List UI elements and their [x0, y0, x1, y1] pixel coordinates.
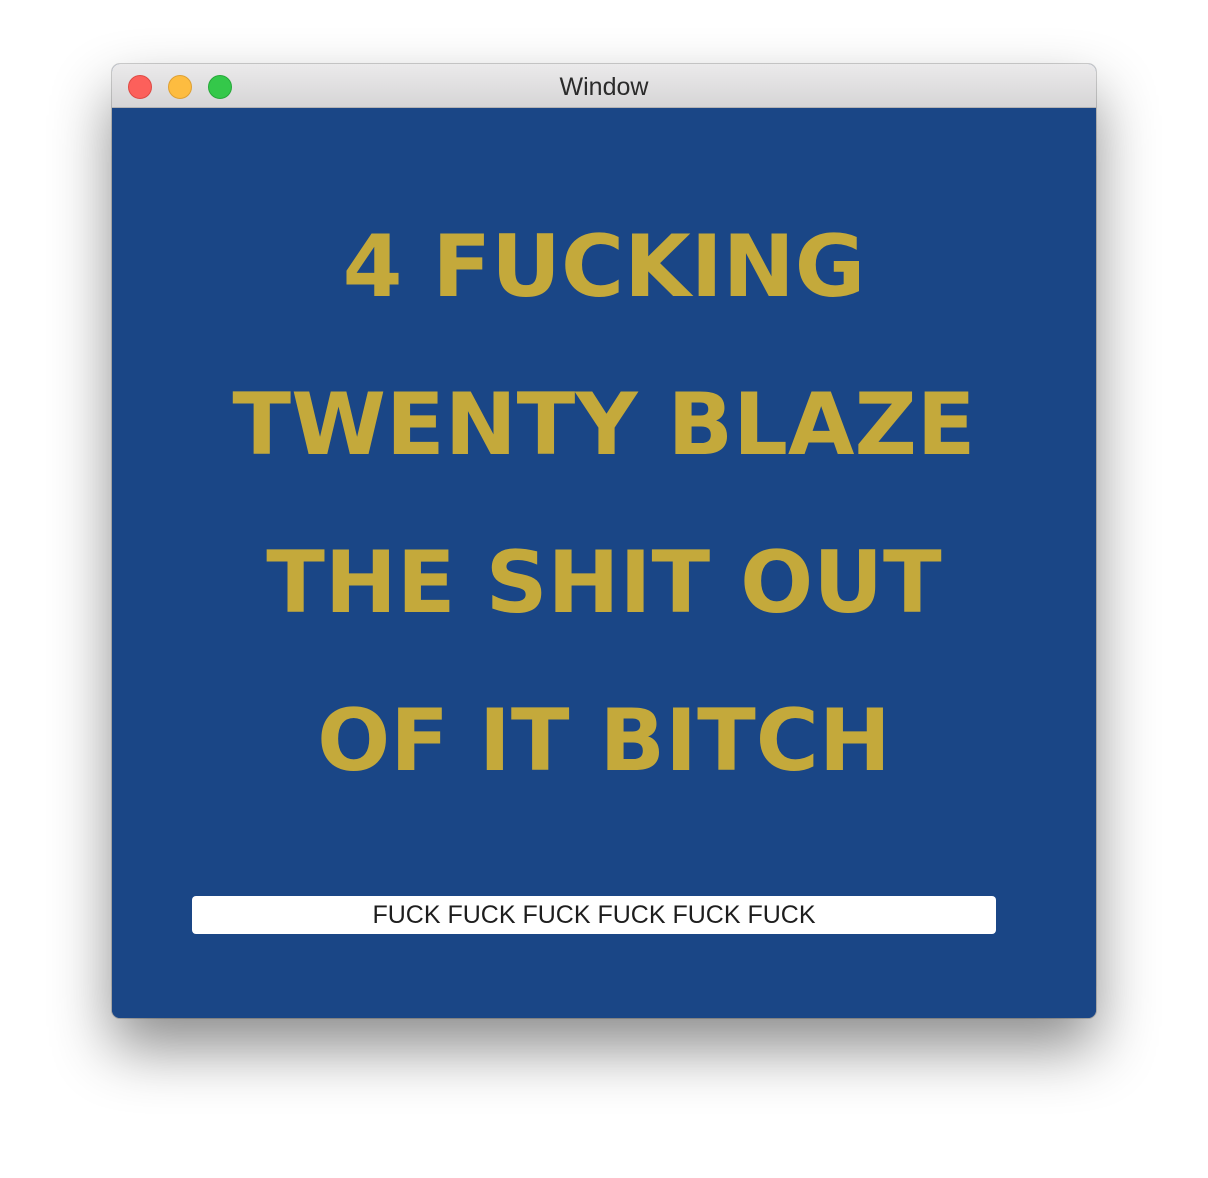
headline-line-1: 4 FUCKING [342, 217, 866, 317]
window-title: Window [559, 73, 649, 101]
headline-line-3: THE SHIT OUT [266, 533, 942, 633]
text-field[interactable] [192, 896, 996, 934]
title-bar[interactable]: Window [112, 64, 1096, 108]
headline-line-2: TWENTY BLAZE [232, 375, 976, 475]
app-window: Window 4 FUCKING TWENTY BLAZE THE SHIT O… [112, 64, 1096, 1018]
window-content: 4 FUCKING TWENTY BLAZE THE SHIT OUT OF I… [112, 108, 1096, 1018]
headline-line-4: OF IT BITCH [317, 691, 891, 791]
headline-label: 4 FUCKING TWENTY BLAZE THE SHIT OUT OF I… [112, 188, 1096, 820]
